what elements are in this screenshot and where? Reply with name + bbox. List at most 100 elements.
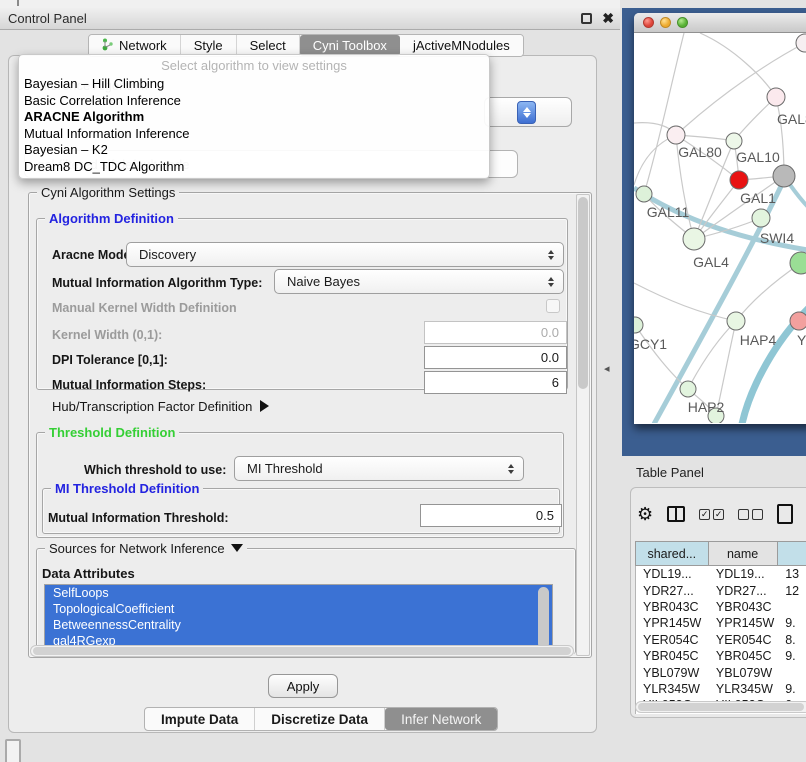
table-cell: YBR043C <box>636 600 709 614</box>
floating-panel-icon[interactable] <box>5 739 21 762</box>
mi-threshold-label: Mutual Information Threshold: <box>48 511 229 525</box>
table-column-header[interactable]: name <box>709 542 778 565</box>
close-traffic-light[interactable] <box>643 17 654 28</box>
node-gal11[interactable] <box>636 186 652 202</box>
select-all-icon[interactable]: ✓✓ <box>699 509 724 520</box>
tab-discretize-data[interactable]: Discretize Data <box>255 708 385 730</box>
hub-definition-expander[interactable]: Hub/Transcription Factor Definition <box>52 399 269 414</box>
node-gcy1[interactable] <box>634 317 643 333</box>
tab-network[interactable]: Network <box>89 35 181 56</box>
table-row[interactable]: YDL19...YDL19...13 <box>636 566 806 582</box>
minimize-traffic-light[interactable] <box>660 17 671 28</box>
network-window-titlebar[interactable] <box>634 13 806 33</box>
aracne-mode-label: Aracne Mode: <box>52 248 135 262</box>
attribute-item[interactable]: BetweennessCentrality <box>45 617 552 633</box>
table-row[interactable]: YER054CYER054C8. <box>636 632 806 648</box>
node-red[interactable] <box>730 171 748 189</box>
network-edge[interactable] <box>634 135 676 185</box>
node-gal1[interactable] <box>752 209 770 227</box>
tab-infer-network[interactable]: Infer Network <box>385 708 497 730</box>
window-top-strip <box>0 0 620 8</box>
node-gal8[interactable] <box>767 88 785 106</box>
dropdown-item[interactable]: Mutual Information Inference <box>19 126 489 143</box>
app-root: Control Panel ✖ Network Style Select Cyn… <box>0 0 806 762</box>
table-horizontal-scrollbar[interactable] <box>635 701 806 713</box>
settings-vertical-scrollbar[interactable] <box>576 194 590 656</box>
dropdown-item[interactable]: Basic Correlation Inference <box>19 93 489 110</box>
network-edge[interactable] <box>644 33 684 194</box>
algorithm-combobox-fragment[interactable] <box>484 97 572 127</box>
export-table-icon[interactable] <box>777 504 793 524</box>
table-row[interactable]: YLR345WYLR345W9. <box>636 681 806 697</box>
mi-threshold-field[interactable]: 0.5 <box>420 504 562 527</box>
table-toolbar: ⚙ ✓✓ <box>637 502 793 526</box>
mi-type-select[interactable]: Naive Bayes <box>274 269 564 294</box>
node-gal80[interactable] <box>667 126 685 144</box>
kernel-width-field[interactable]: 0.0 <box>424 321 567 344</box>
table-column-header[interactable] <box>778 542 806 565</box>
node-hap2[interactable] <box>680 381 696 397</box>
tab-cyni-toolbox[interactable]: Cyni Toolbox <box>300 35 400 56</box>
node-top-right[interactable] <box>796 34 806 52</box>
deselect-all-icon[interactable] <box>738 509 763 520</box>
panel-splitter-collapse-icon[interactable]: ◂ <box>604 362 610 375</box>
zoom-traffic-light[interactable] <box>677 17 688 28</box>
close-icon[interactable]: ✖ <box>602 10 614 27</box>
settings-scroll-thumb[interactable] <box>578 197 588 389</box>
attribute-item[interactable]: SelfLoops <box>45 585 552 601</box>
mi-type-label: Mutual Information Algorithm Type: <box>52 276 262 290</box>
node-swi4[interactable] <box>790 252 806 274</box>
table-column-header[interactable]: shared... <box>636 542 709 565</box>
table-row[interactable]: YBL079WYBL079W <box>636 664 806 680</box>
node-hap4[interactable] <box>727 312 745 330</box>
network-edge[interactable] <box>700 33 776 97</box>
node-gray[interactable] <box>773 165 795 187</box>
mi-steps-field[interactable]: 6 <box>424 371 567 394</box>
mi-steps-label: Mutual Information Steps: <box>52 378 206 392</box>
column-layout-icon[interactable] <box>667 506 685 522</box>
attribute-item[interactable]: TopologicalCoefficient <box>45 601 552 617</box>
tab-jactivemnodules[interactable]: jActiveMNodules <box>400 35 523 56</box>
table-cell: YDR27... <box>709 584 778 598</box>
dpi-tolerance-field[interactable]: 0.0 <box>424 346 567 369</box>
node-salmon[interactable] <box>790 312 806 330</box>
table-row[interactable]: YBR043CYBR043C <box>636 599 806 615</box>
settings-hscroll-thumb[interactable] <box>33 647 571 655</box>
apply-button[interactable]: Apply <box>268 674 338 698</box>
stepper-icon <box>543 277 559 287</box>
dropdown-item[interactable]: Bayesian – K2 <box>19 142 489 159</box>
node-gal4[interactable] <box>683 228 705 250</box>
table-cell: YDL19... <box>636 567 709 581</box>
table-cell: YBL079W <box>709 666 778 680</box>
tab-style[interactable]: Style <box>181 35 237 56</box>
expand-right-icon <box>260 400 269 412</box>
which-threshold-select[interactable]: MI Threshold <box>234 456 524 481</box>
table-cell: YER054C <box>636 633 709 647</box>
stepper-icon <box>503 464 519 474</box>
data-attributes-label: Data Attributes <box>42 566 135 581</box>
node-label: GAL4 <box>693 254 729 270</box>
tab-select[interactable]: Select <box>237 35 300 56</box>
settings-horizontal-scrollbar[interactable] <box>30 645 574 657</box>
float-window-icon[interactable] <box>581 13 592 24</box>
network-canvas[interactable]: GAL8GAL80GAL10GAL1GAL11GAL4SWI4HAP4YGCY1… <box>634 33 806 423</box>
data-attributes-list[interactable]: SelfLoopsTopologicalCoefficientBetweenne… <box>44 584 553 654</box>
network-window[interactable]: GAL8GAL80GAL10GAL1GAL11GAL4SWI4HAP4YGCY1… <box>634 13 806 424</box>
table-hscroll-thumb[interactable] <box>638 703 804 711</box>
node-label: GAL10 <box>736 149 780 165</box>
aracne-mode-select[interactable]: Discovery <box>126 242 564 267</box>
tab-impute-data[interactable]: Impute Data <box>145 708 255 730</box>
dropdown-item[interactable]: Dream8 DC_TDC Algorithm <box>19 159 489 176</box>
bottom-tabs: Impute Data Discretize Data Infer Networ… <box>144 707 498 731</box>
manual-kernel-checkbox[interactable] <box>546 299 560 313</box>
table-header-row: shared...name <box>635 541 806 566</box>
node-gal10[interactable] <box>726 133 742 149</box>
dropdown-item[interactable]: Bayesian – Hill Climbing <box>19 76 489 93</box>
table-row[interactable]: YPR145WYPR145W9. <box>636 615 806 631</box>
gear-icon[interactable]: ⚙ <box>637 505 653 523</box>
dropdown-item[interactable]: ARACNE Algorithm <box>19 109 489 126</box>
network-edge[interactable] <box>736 263 801 321</box>
table-row[interactable]: YDR27...YDR27...12 <box>636 582 806 598</box>
attribute-list-scroll-thumb[interactable] <box>538 587 549 649</box>
table-row[interactable]: YBR045CYBR045C9. <box>636 648 806 664</box>
